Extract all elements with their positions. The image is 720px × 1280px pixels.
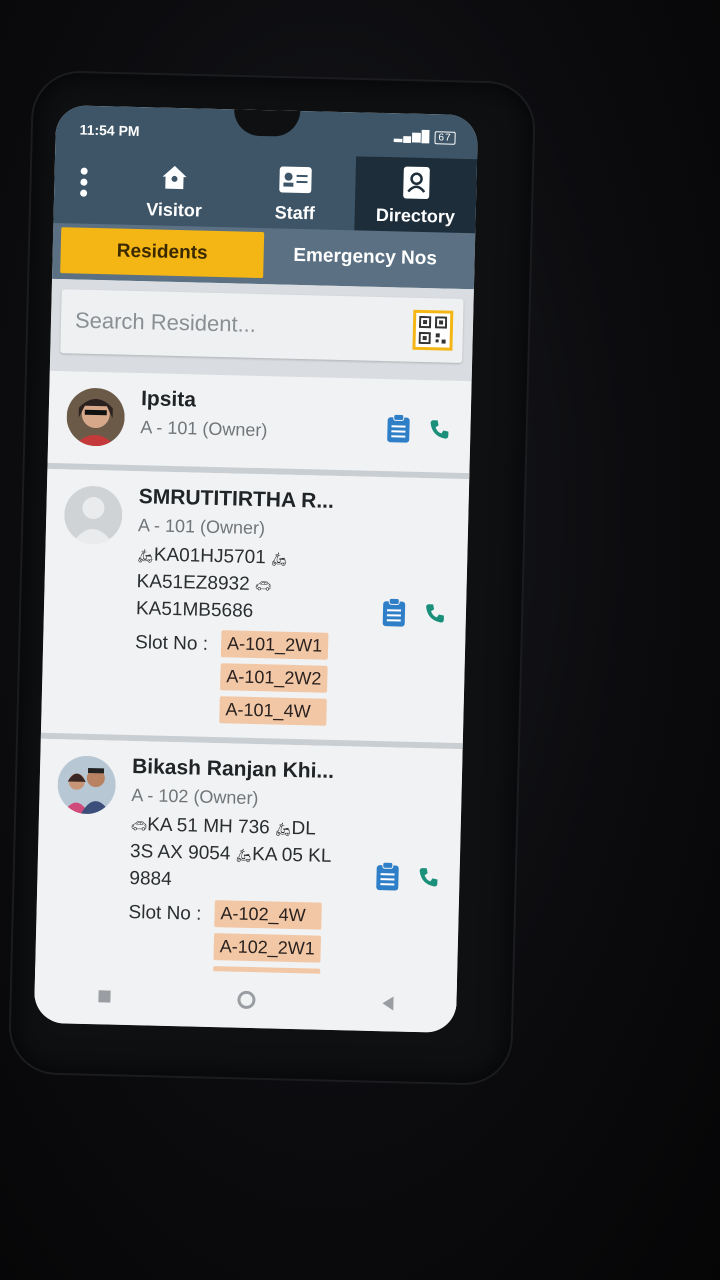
back-icon[interactable] [381,996,394,1011]
tab-staff-label: Staff [274,202,315,224]
resident-card[interactable]: SMRUTITIRTHA R... A - 101 (Owner) 🛵︎KA01… [40,468,470,750]
tab-residents[interactable]: Residents [60,227,265,279]
resident-name: Bikash Ranjan Khi... [131,755,335,783]
vehicle-number: KA 05 KL [251,843,332,867]
call-icon[interactable] [424,602,447,630]
vehicle-list: 🛵︎KA01HJ5701 🛵︎ KA51EZ8932 🚗︎ KA51MB5686 [136,542,348,627]
status-icons: ▂▄▆█ 67 [394,129,456,145]
resident-card[interactable]: Ipsita A - 101 (Owner) [47,370,472,480]
avatar [65,387,126,447]
vehicle-list: 🚗︎KA 51 MH 736 🛵︎DL 3S AX 9054 🛵︎KA 05 K… [129,812,341,897]
vehicle-number: 9884 [129,868,172,891]
call-icon[interactable] [417,866,440,894]
search-box [60,289,464,363]
slot-chip: A-102_2W1 [213,933,322,963]
battery-icon: 67 [434,131,456,145]
notes-clipboard-icon[interactable] [375,861,400,897]
slot-section: Slot No : A-101_2W1 A-101_2W2 A-101_4W [133,628,449,729]
resident-unit: A - 101 (Owner) [137,515,266,539]
avatar [56,755,117,815]
resident-actions [386,413,451,450]
notes-clipboard-icon[interactable] [386,413,411,449]
slot-list: A-101_2W1 A-101_2W2 A-101_4W [219,630,329,726]
resident-name: SMRUTITIRTHA R... [138,485,335,513]
contacts-book-icon [399,165,434,200]
camera-notch [233,109,301,137]
sub-tabs: Residents Emergency Nos [52,222,476,290]
bike-icon: 🛵︎ [235,847,253,863]
car-icon: 🚗︎ [254,577,272,594]
bike-icon: 🛵︎ [137,548,154,564]
tab-emergency-nos[interactable]: Emergency Nos [263,232,467,283]
phone-screen: 11:54 PM ▂▄▆█ 67 Visitor Staff Directory… [33,104,479,1034]
avatar [63,485,123,545]
signal-icon: ▂▄▆█ [393,130,431,144]
bike-icon: 🛵︎ [274,821,292,837]
slot-chip: A-101_2W2 [220,663,328,693]
search-area [49,278,474,382]
slot-chip: A-101_4W [219,696,327,726]
tab-directory-label: Directory [375,204,456,227]
slot-chip: A-102_4W [214,900,322,930]
resident-actions [375,861,440,898]
system-nav-bar [33,966,458,1034]
tab-visitor-label: Visitor [145,199,203,221]
resident-unit: A - 102 (Owner) [131,785,259,809]
recents-icon[interactable] [97,990,111,1003]
call-icon[interactable] [428,418,451,446]
resident-actions [381,597,446,634]
id-card-icon [278,162,313,197]
notes-clipboard-icon[interactable] [381,597,406,633]
vehicle-number: KA01HJ5701 [153,544,267,569]
vehicle-number: 3S AX 9054 [129,841,231,865]
car-icon: 🚗︎ [130,818,148,834]
status-time: 11:54 PM [79,121,140,140]
slot-label: Slot No : [134,632,209,655]
qr-code-icon[interactable] [412,309,454,351]
overflow-menu-icon[interactable] [80,164,91,201]
bike-icon: 🛵︎ [270,551,288,567]
vehicle-number: DL [291,817,317,840]
vehicle-number: KA 51 MH 736 [146,814,270,839]
slot-chip: A-101_2W1 [220,630,329,660]
search-input[interactable] [74,307,376,341]
home-button-icon[interactable] [236,990,256,1010]
home-icon [157,159,192,194]
vehicle-number: KA51EZ8932 [136,571,250,595]
vehicle-number: KA51MB5686 [135,598,254,622]
resident-list: Ipsita A - 101 (Owner) SMRUTITIRTHA R...… [34,370,472,1010]
